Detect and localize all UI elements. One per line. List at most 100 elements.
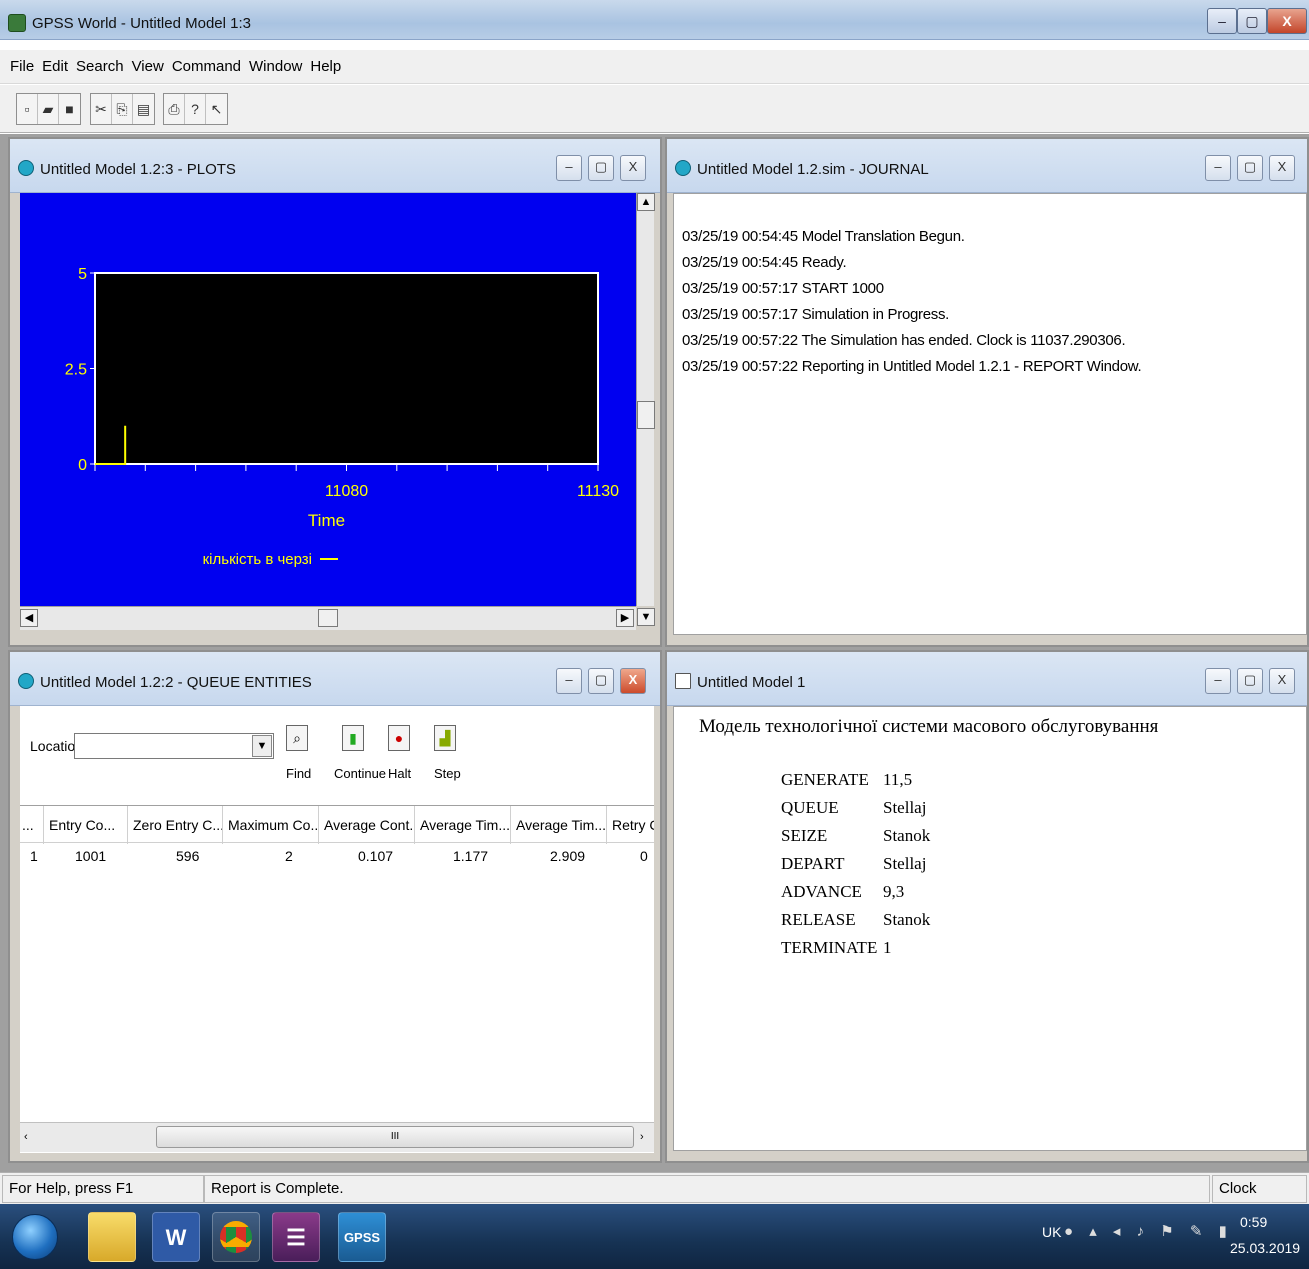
close-button[interactable]: X [1267, 8, 1307, 34]
model-editor[interactable] [673, 706, 1307, 1151]
tray-time[interactable]: 0:59 [1240, 1214, 1267, 1230]
help-icon[interactable]: ? [185, 94, 206, 124]
paste-icon[interactable]: ▤ [133, 94, 154, 124]
start-button[interactable] [12, 1214, 58, 1260]
plot-hscroll-thumb[interactable] [318, 609, 338, 627]
gpss-operand: 9,3 [883, 882, 905, 901]
find-button-label[interactable]: Find [286, 766, 311, 781]
plots-maximize-button[interactable]: ▢ [588, 155, 614, 181]
plot-canvas: 5 2.5 0 11080 11130 Time кількість в черзі [20, 193, 636, 606]
scroll-right-icon[interactable]: ▶ [616, 609, 634, 627]
plot-horizontal-scrollbar[interactable]: ◀ ▶ [20, 606, 636, 630]
plots-minimize-button[interactable]: – [556, 155, 582, 181]
menu-view[interactable]: View [128, 50, 168, 75]
journal-line: 03/25/19 00:57:17 Simulation in Progress… [682, 306, 950, 323]
menu-window[interactable]: Window [245, 50, 306, 75]
continue-button-label[interactable]: Continue [334, 766, 386, 781]
taskbar: W ☰ GPSS UK ● ▴ ◂ ♪ ⚑ ✎ ▮ 0:59 25.03.201… [0, 1204, 1309, 1269]
table-cell: 1001 [75, 848, 107, 864]
explorer-icon[interactable] [88, 1212, 136, 1262]
gpss-operand: Stellaj [883, 798, 927, 817]
minimize-button[interactable]: – [1207, 8, 1237, 34]
column-header[interactable]: Entry Co... [44, 806, 128, 844]
menu-search[interactable]: Search [72, 50, 128, 75]
open-icon[interactable]: ▰ [38, 94, 59, 124]
cut-icon[interactable]: ✂ [91, 94, 112, 124]
maximize-button[interactable]: ▢ [1237, 8, 1267, 34]
print-icon[interactable]: ⎙ [164, 94, 185, 124]
menu-command[interactable]: Command [168, 50, 245, 75]
queue-window-icon [18, 673, 34, 689]
plot-window-icon [18, 160, 34, 176]
scroll-left-icon[interactable]: ‹ [24, 1131, 28, 1143]
save-icon[interactable]: ■ [59, 94, 80, 124]
journal-maximize-button[interactable]: ▢ [1237, 155, 1263, 181]
word-icon[interactable]: W [152, 1212, 200, 1262]
location-combobox[interactable] [74, 733, 274, 759]
journal-close-button[interactable]: X [1269, 155, 1295, 181]
document-icon [675, 673, 691, 689]
table-cell: 2.909 [550, 848, 586, 864]
journal-window-title: Untitled Model 1.2.sim - JOURNAL [697, 161, 929, 178]
new-icon[interactable]: ▫ [17, 94, 38, 124]
status-help-text: For Help, press F1 [2, 1175, 204, 1203]
column-header[interactable]: Zero Entry C... [128, 806, 223, 844]
step-button-label[interactable]: Step [434, 766, 461, 781]
legend-label: кількість в черзі [203, 551, 312, 568]
step-icon[interactable]: ▟ [434, 725, 456, 751]
scroll-right-icon[interactable]: › [640, 1131, 644, 1143]
menu-bar: File Edit Search View Command Window Help [0, 50, 1309, 84]
context-help-icon[interactable]: ↖ [206, 94, 227, 124]
scroll-down-icon[interactable]: ▼ [637, 608, 655, 626]
plot-vscroll-thumb[interactable] [637, 401, 655, 429]
app-titlebar: GPSS World - Untitled Model 1:3 – ▢ X [0, 0, 1309, 40]
queue-horizontal-scrollbar[interactable]: ‹ III › [20, 1122, 654, 1152]
queue-maximize-button[interactable]: ▢ [588, 668, 614, 694]
system-tray-icons[interactable]: ● ▴ ◂ ♪ ⚑ ✎ ▮ [1064, 1222, 1233, 1240]
gpss-operand: Stanok [883, 826, 931, 845]
status-message: Report is Complete. [204, 1175, 1210, 1203]
gpss-icon[interactable]: GPSS [338, 1212, 386, 1262]
winrar-icon[interactable]: ☰ [272, 1212, 320, 1262]
menu-file[interactable]: File [0, 50, 38, 75]
model-close-button[interactable]: X [1269, 668, 1295, 694]
journal-line: 03/25/19 00:54:45 Ready. [682, 254, 847, 271]
column-header[interactable]: Maximum Co... [223, 806, 319, 844]
menu-edit[interactable]: Edit [38, 50, 72, 75]
toolbar-edit-group: ✂ ⎘ ▤ [90, 93, 155, 125]
copy-icon[interactable]: ⎘ [112, 94, 133, 124]
column-header[interactable]: Average Cont... [319, 806, 415, 844]
find-icon[interactable]: ⌕ [286, 725, 308, 751]
table-cell: 0.107 [358, 848, 394, 864]
journal-line: 03/25/19 00:57:22 Reporting in Untitled … [682, 358, 1142, 375]
tray-date[interactable]: 25.03.2019 [1230, 1240, 1300, 1256]
column-header[interactable]: ... [20, 806, 44, 844]
scroll-left-icon[interactable]: ◀ [20, 609, 38, 627]
column-header[interactable]: Average Tim... [415, 806, 511, 844]
model-maximize-button[interactable]: ▢ [1237, 668, 1263, 694]
plot-frame [94, 272, 599, 465]
model-minimize-button[interactable]: – [1205, 668, 1231, 694]
menu-help[interactable]: Help [306, 50, 345, 75]
scroll-up-icon[interactable]: ▲ [637, 193, 655, 211]
table-cell: 0 [640, 848, 648, 864]
plot-chart: 5 2.5 0 11080 11130 Time кількість в черзі [65, 266, 619, 568]
halt-icon[interactable]: ● [388, 725, 410, 751]
journal-text-area[interactable]: 03/25/19 00:54:45 Model Translation Begu… [673, 193, 1307, 635]
plots-close-button[interactable]: X [620, 155, 646, 181]
halt-button-label[interactable]: Halt [388, 766, 411, 781]
continue-icon[interactable]: ▮ [342, 725, 364, 751]
column-header[interactable]: Retry Ch... [607, 806, 654, 844]
status-bar: For Help, press F1 Report is Complete. C… [0, 1172, 1309, 1204]
column-header[interactable]: Average Tim... [511, 806, 607, 844]
language-indicator[interactable]: UK [1042, 1224, 1061, 1240]
queue-minimize-button[interactable]: – [556, 668, 582, 694]
journal-minimize-button[interactable]: – [1205, 155, 1231, 181]
chrome-icon[interactable] [212, 1212, 260, 1262]
plot-vertical-scrollbar[interactable]: ▲ ▼ [636, 193, 655, 626]
chevron-down-icon[interactable]: ▼ [252, 735, 272, 757]
toolbar-help-group: ⎙ ? ↖ [163, 93, 228, 125]
queue-close-button[interactable]: X [620, 668, 646, 694]
gpss-block: DEPART [781, 854, 845, 873]
queue-hscroll-thumb[interactable]: III [156, 1126, 634, 1148]
